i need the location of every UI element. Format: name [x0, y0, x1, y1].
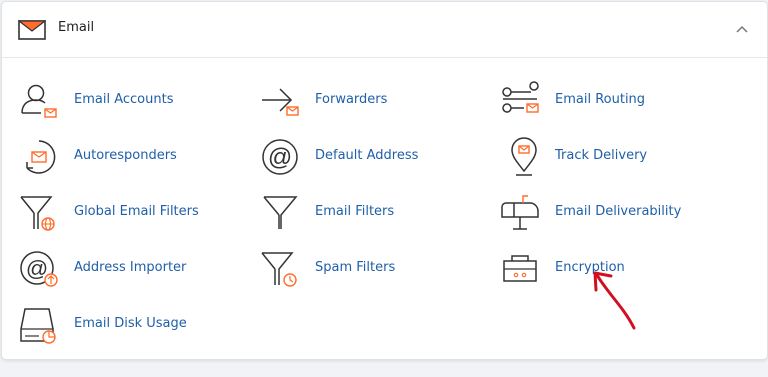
- email-panel: Email Email Accounts Forwarders Email Ro…: [1, 1, 768, 360]
- page-title: Email: [58, 20, 95, 35]
- item-label: Spam Filters: [315, 260, 396, 275]
- disk-usage-icon: [20, 308, 56, 344]
- envelope-icon: [18, 20, 46, 40]
- address-importer-icon: @: [20, 251, 58, 287]
- mailbox-icon: [501, 195, 539, 230]
- item-label: Email Deliverability: [555, 204, 682, 219]
- track-delivery-link[interactable]: Track Delivery: [500, 137, 730, 177]
- email-routing-icon: [502, 81, 539, 113]
- global-email-filters-link[interactable]: Global Email Filters: [19, 193, 249, 233]
- email-disk-usage-link[interactable]: Email Disk Usage: [19, 305, 249, 345]
- item-label: Email Routing: [555, 92, 646, 107]
- autoresponders-icon: [26, 140, 56, 174]
- spam-filters-link[interactable]: Spam Filters: [260, 249, 490, 289]
- item-label: Email Disk Usage: [74, 316, 187, 331]
- funnel-globe-icon: [20, 196, 55, 231]
- item-label: Email Filters: [315, 204, 395, 219]
- email-accounts-icon: [21, 84, 57, 118]
- at-sign-icon: @: [262, 139, 298, 175]
- svg-text:@: @: [26, 256, 48, 281]
- item-label: Autoresponders: [74, 148, 177, 163]
- email-routing-link[interactable]: Email Routing: [500, 81, 730, 121]
- item-label: Email Accounts: [74, 92, 174, 107]
- chevron-up-icon[interactable]: [735, 24, 749, 34]
- panel-header[interactable]: Email: [2, 2, 767, 58]
- item-label: Forwarders: [315, 92, 388, 107]
- funnel-icon: [263, 196, 298, 229]
- funnel-clock-icon: [261, 252, 297, 287]
- item-label: Default Address: [315, 148, 419, 163]
- svg-text:@: @: [268, 144, 292, 171]
- map-pin-icon: [511, 137, 537, 176]
- autoresponders-link[interactable]: Autoresponders: [19, 137, 249, 177]
- address-importer-link[interactable]: @ Address Importer: [19, 249, 249, 289]
- item-label: Global Email Filters: [74, 204, 199, 219]
- forwarders-link[interactable]: Forwarders: [260, 81, 490, 121]
- email-filters-link[interactable]: Email Filters: [260, 193, 490, 233]
- lockbox-icon: [503, 255, 537, 282]
- email-accounts-link[interactable]: Email Accounts: [19, 81, 249, 121]
- forwarders-icon: [262, 88, 299, 116]
- annotation-arrow-icon: [593, 271, 636, 330]
- email-deliverability-link[interactable]: Email Deliverability: [500, 193, 730, 233]
- item-label: Track Delivery: [555, 148, 648, 163]
- default-address-link[interactable]: @ Default Address: [260, 137, 490, 177]
- item-label: Address Importer: [74, 260, 187, 275]
